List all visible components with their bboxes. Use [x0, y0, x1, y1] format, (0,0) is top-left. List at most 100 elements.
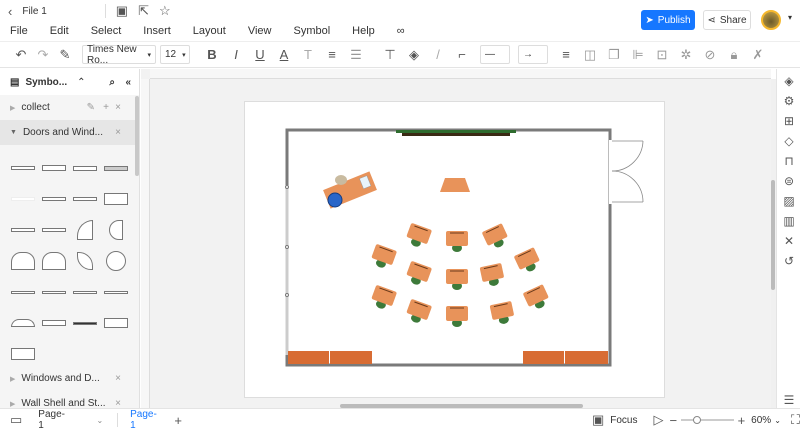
fill-icon[interactable]: ◈: [404, 47, 424, 63]
bold-icon[interactable]: B: [202, 47, 222, 62]
menu-select[interactable]: Select: [91, 25, 122, 37]
window-symbol[interactable]: [8, 343, 38, 365]
page-layout-icon[interactable]: ▭: [10, 412, 22, 428]
presentation-icon[interactable]: ⊓: [777, 151, 800, 171]
door-symbol[interactable]: [101, 219, 131, 241]
window-symbol[interactable]: [101, 281, 131, 303]
zoom-level[interactable]: 60%: [751, 415, 771, 426]
collapse-chevron-icon[interactable]: ⌃: [77, 77, 85, 88]
account-dropdown-icon[interactable]: ▾: [788, 13, 792, 22]
back-icon[interactable]: ‹: [8, 4, 12, 19]
line-style-select[interactable]: —: [480, 45, 510, 64]
revolving-door-symbol[interactable]: [101, 250, 131, 272]
align-icon[interactable]: ≡: [322, 47, 342, 62]
bring-front-icon[interactable]: ◫: [580, 47, 600, 63]
close-icon[interactable]: ×: [115, 102, 121, 113]
star-icon[interactable]: ☆: [159, 3, 171, 19]
close-icon[interactable]: ×: [115, 373, 121, 384]
image-icon[interactable]: ▨: [777, 191, 800, 211]
window-symbol[interactable]: [8, 312, 38, 334]
menu-edit[interactable]: Edit: [50, 25, 69, 37]
zoom-in-icon[interactable]: +: [738, 413, 746, 428]
font-color-icon[interactable]: A: [274, 47, 294, 62]
arrow-style-select[interactable]: →: [518, 45, 548, 64]
layers-icon[interactable]: ◇: [777, 131, 800, 151]
italic-icon[interactable]: I: [226, 47, 246, 62]
menu-view[interactable]: View: [248, 25, 272, 37]
door-symbol[interactable]: [101, 188, 131, 210]
door-symbol[interactable]: [8, 250, 38, 272]
undo-icon[interactable]: ↶: [14, 47, 28, 63]
window-symbol[interactable]: [39, 312, 69, 334]
clear-format-icon[interactable]: T: [298, 47, 318, 62]
group-windows[interactable]: ▶ Windows and D... ×: [0, 366, 139, 391]
page-select[interactable]: Page-1: [38, 409, 66, 431]
door-symbol[interactable]: [70, 157, 100, 179]
door-symbol[interactable]: [8, 188, 38, 210]
menu-file[interactable]: File: [10, 25, 28, 37]
font-family-select[interactable]: Times New Ro... ▾: [82, 44, 156, 66]
menu-insert[interactable]: Insert: [143, 25, 171, 37]
zoom-out-icon[interactable]: −: [669, 413, 677, 428]
fullscreen-icon[interactable]: ⛶: [791, 412, 800, 428]
window-symbol[interactable]: [101, 312, 131, 334]
effects-icon[interactable]: ✲: [676, 47, 696, 63]
window-symbol[interactable]: [39, 281, 69, 303]
font-size-select[interactable]: 12 ▾: [160, 45, 190, 64]
edit-icon[interactable]: ⊘: [700, 47, 720, 63]
door-symbol[interactable]: [8, 219, 38, 241]
save-icon[interactable]: ▣: [116, 3, 128, 19]
redo-icon[interactable]: ↷: [36, 47, 50, 63]
add-page-icon[interactable]: +: [174, 413, 182, 428]
page-dropdown-icon[interactable]: ⌄: [97, 416, 104, 425]
align-objects-icon[interactable]: ⊫: [628, 47, 648, 63]
binoculars-icon[interactable]: ∞: [397, 25, 405, 37]
grid-icon[interactable]: ⊞: [777, 111, 800, 131]
window-symbol[interactable]: [70, 281, 100, 303]
drawing-page[interactable]: [244, 101, 665, 398]
page-settings-icon[interactable]: ⚙: [777, 91, 800, 111]
export-icon[interactable]: ⇱: [138, 3, 149, 19]
door-symbol[interactable]: [70, 188, 100, 210]
lock-icon[interactable]: 🔒︎: [724, 47, 744, 63]
door-symbol[interactable]: [39, 219, 69, 241]
vertical-scroll-thumb[interactable]: [771, 180, 775, 290]
fit-icon[interactable]: ✕: [777, 231, 800, 251]
pen-icon[interactable]: /: [428, 47, 448, 62]
door-symbol[interactable]: [70, 250, 100, 272]
play-icon[interactable]: ▷: [653, 412, 663, 428]
collapse-panel-icon[interactable]: «: [125, 77, 131, 88]
group-icon[interactable]: ⊡: [652, 47, 672, 63]
menu-help[interactable]: Help: [352, 25, 375, 37]
group-doors-windows[interactable]: ▼ Doors and Wind... ×: [0, 120, 139, 145]
send-back-icon[interactable]: ❐: [604, 47, 624, 63]
window-symbol[interactable]: [70, 312, 100, 334]
line-spacing-icon[interactable]: ☰: [346, 47, 366, 63]
focus-icon[interactable]: ▣: [592, 412, 604, 428]
add-icon[interactable]: +: [103, 102, 109, 113]
chart-icon[interactable]: ▥: [777, 211, 800, 231]
text-box-icon[interactable]: ⊤: [380, 47, 400, 63]
edit-icon[interactable]: ✎: [87, 102, 95, 113]
door-symbol[interactable]: [101, 157, 131, 179]
page-tab[interactable]: Page-1: [130, 409, 158, 431]
door-symbol[interactable]: [39, 157, 69, 179]
fill-style-icon[interactable]: ◈: [777, 71, 800, 91]
zoom-slider[interactable]: [681, 416, 734, 424]
door-symbol[interactable]: [70, 219, 100, 241]
connector-icon[interactable]: ⌐: [452, 47, 472, 62]
settings-menu-icon[interactable]: ☰: [777, 390, 800, 410]
menu-symbol[interactable]: Symbol: [293, 25, 330, 37]
close-icon[interactable]: ×: [115, 127, 121, 138]
menu-layout[interactable]: Layout: [193, 25, 226, 37]
zoom-dropdown-icon[interactable]: ⌄: [774, 416, 781, 425]
format-painter-icon[interactable]: ✎: [58, 47, 72, 63]
door-symbol[interactable]: [8, 157, 38, 179]
focus-button[interactable]: Focus: [610, 415, 637, 426]
sidebar-scrollbar[interactable]: [135, 96, 139, 176]
history-icon[interactable]: ↺: [777, 251, 800, 271]
window-symbol[interactable]: [8, 281, 38, 303]
door-symbol[interactable]: [39, 250, 69, 272]
data-icon[interactable]: ⊜: [777, 171, 800, 191]
underline-icon[interactable]: U: [250, 47, 270, 62]
